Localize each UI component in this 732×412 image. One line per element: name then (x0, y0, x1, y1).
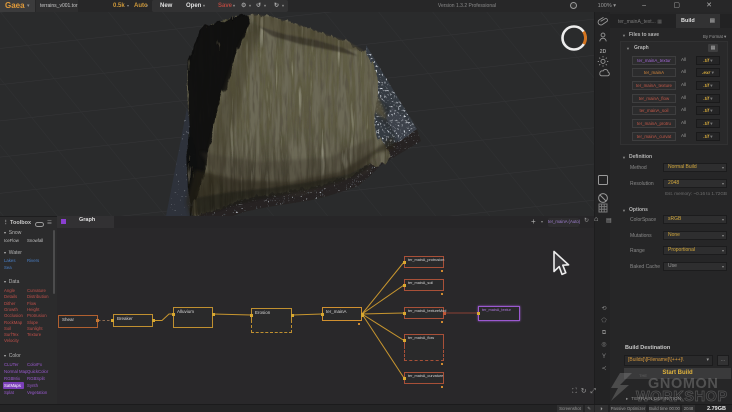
svg-text:2D: 2D (600, 49, 607, 55)
